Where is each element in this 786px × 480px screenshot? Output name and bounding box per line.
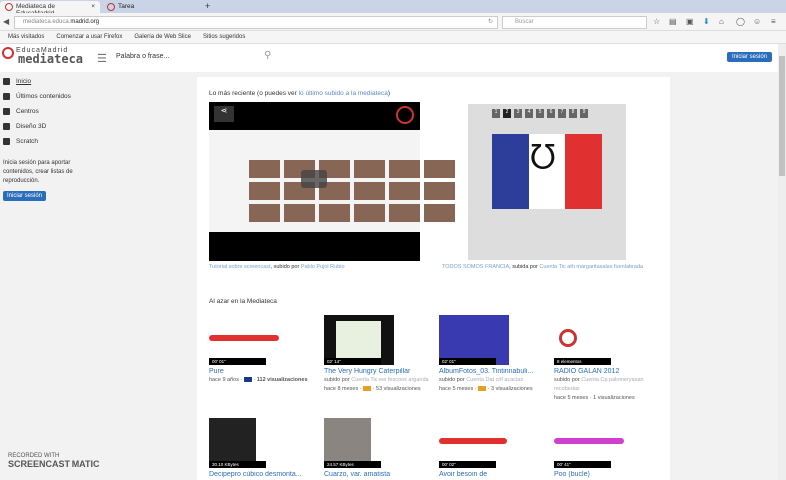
share-icon[interactable]: ⋖ xyxy=(214,106,234,122)
slide-pager: 123456789 xyxy=(492,109,588,118)
scratch-icon xyxy=(3,138,10,145)
random-section-title: Al azar en la Mediateca xyxy=(209,298,277,305)
favicon-icon xyxy=(5,3,13,11)
tab-tarea[interactable]: Tarea xyxy=(102,1,182,13)
home-icon xyxy=(3,78,10,85)
search-icon[interactable]: ⚲ xyxy=(264,50,271,61)
library-icon[interactable]: ▤ xyxy=(669,17,677,26)
home-icon[interactable]: ⌂ xyxy=(719,17,724,26)
media-item[interactable]: 00' 01" Pure hace 9 años · · 112 visuali… xyxy=(209,315,319,385)
lead-text: Lo más reciente (o puedes ver lo último … xyxy=(209,90,391,97)
ribbon-icon: ᘮ xyxy=(530,139,556,177)
favicon-icon xyxy=(107,3,115,11)
video-caption: Tutorial sobre screencast, subido por Pa… xyxy=(209,264,345,270)
menu-icon[interactable]: ≡ xyxy=(771,17,776,26)
scrollbar[interactable] xyxy=(778,44,786,480)
download-icon[interactable]: ⬇ xyxy=(703,17,710,26)
sidebar-item-diseno-3d[interactable]: Diseño 3D xyxy=(0,119,190,134)
bookmarks-bar: Más visitados Comenzar a usar Firefox Ga… xyxy=(0,31,786,44)
video-frame xyxy=(209,130,455,232)
back-icon[interactable]: ◀ xyxy=(3,17,9,26)
sidebar: Inicio Últimos contenidos Centros Diseño… xyxy=(0,74,190,206)
logo-icon xyxy=(559,329,577,347)
bookmark[interactable]: Sitios sugeridos xyxy=(203,34,245,40)
uk-flag-icon xyxy=(243,377,252,383)
site-header: EducaMadrid mediateca ☰ Palabra o frase..… xyxy=(0,44,778,72)
tab-mediateca[interactable]: Mediateca de EducaMadrid× xyxy=(0,1,100,17)
sidebar-item-ultimos[interactable]: Últimos contenidos xyxy=(0,89,190,104)
page: EducaMadrid mediateca ☰ Palabra o frase..… xyxy=(0,44,778,480)
video-player[interactable]: ⋖ xyxy=(209,102,455,261)
reload-icon[interactable]: ↻ xyxy=(488,18,493,25)
sidebar-item-centros[interactable]: Centros xyxy=(0,104,190,119)
browser-tab-bar: Mediateca de EducaMadrid× Tarea + xyxy=(0,0,786,17)
media-item[interactable]: 30.10 KBytes Decipepro cúbico desmonta... xyxy=(209,418,319,478)
sidebar-item-scratch[interactable]: Scratch xyxy=(0,134,190,149)
logo[interactable]: EducaMadrid mediateca xyxy=(2,47,83,66)
logo-icon xyxy=(2,47,14,59)
slide-caption: TODOS SOMOS FRANCIA, subida por Cuenta T… xyxy=(442,264,644,270)
browser-search-input[interactable]: Buscar xyxy=(502,16,647,29)
cube-icon xyxy=(3,123,10,130)
clock-icon xyxy=(3,93,10,100)
spain-flag-icon xyxy=(478,386,487,392)
media-item[interactable]: 8 elementos RADIO GALAN 2012 subido por … xyxy=(554,315,664,403)
bookmark[interactable]: Galería de Web Slice xyxy=(134,34,191,40)
media-item[interactable]: 00' 02" Avoir besoin de xyxy=(439,418,549,478)
url-input[interactable]: mediateca.educa.madrid.org ↻ xyxy=(14,16,498,29)
login-button[interactable]: Iniciar sesión xyxy=(726,52,772,62)
media-item[interactable]: 02' 14" The Very Hungry Caterpillar subi… xyxy=(324,315,434,394)
media-item[interactable]: 24.57 KBytes Cuarzo, var. amatista xyxy=(324,418,434,478)
hamburger-menu-icon[interactable]: ☰ xyxy=(97,52,107,65)
channel-logo-icon xyxy=(396,106,414,124)
sidebar-item-inicio[interactable]: Inicio xyxy=(0,74,190,89)
media-item[interactable]: 00' 41" Poo (bucle) xyxy=(554,418,664,478)
login-prompt: Inicia sesión para aportar contenidos, c… xyxy=(3,160,73,184)
building-icon xyxy=(3,108,10,115)
main-content: Lo más reciente (o puedes ver lo último … xyxy=(197,77,670,480)
star-icon[interactable]: ☆ xyxy=(653,17,660,26)
play-icon[interactable] xyxy=(301,170,327,188)
screencast-watermark: RECORDED WITH SCREENCAST MATIC xyxy=(8,453,100,469)
spain-flag-icon xyxy=(363,386,372,392)
latest-link[interactable]: lo último subido a la mediateca xyxy=(299,90,388,97)
smiley-icon[interactable]: ☺ xyxy=(753,17,761,26)
site-search-input[interactable]: Palabra o frase... xyxy=(116,53,169,60)
new-tab-button[interactable]: + xyxy=(205,1,210,11)
lock-icon[interactable]: ▣ xyxy=(686,17,694,26)
bookmark[interactable]: Más visitados xyxy=(8,34,44,40)
sidebar-login-button[interactable]: Iniciar sesión xyxy=(3,191,47,201)
image-slideshow[interactable]: 123456789 ᘮ xyxy=(468,104,626,260)
scrollbar-thumb[interactable] xyxy=(779,56,785,176)
bookmark[interactable]: Comenzar a usar Firefox xyxy=(56,34,122,40)
media-item[interactable]: 02' 01" AlbumFotos_03. Tintinnabuli... s… xyxy=(439,315,549,394)
close-tab-icon[interactable]: × xyxy=(91,3,95,10)
navigation-bar: ◀ mediateca.educa.madrid.org ↻ Buscar ☆ ▤… xyxy=(0,13,786,31)
chat-icon[interactable]: ◯ xyxy=(736,17,745,26)
